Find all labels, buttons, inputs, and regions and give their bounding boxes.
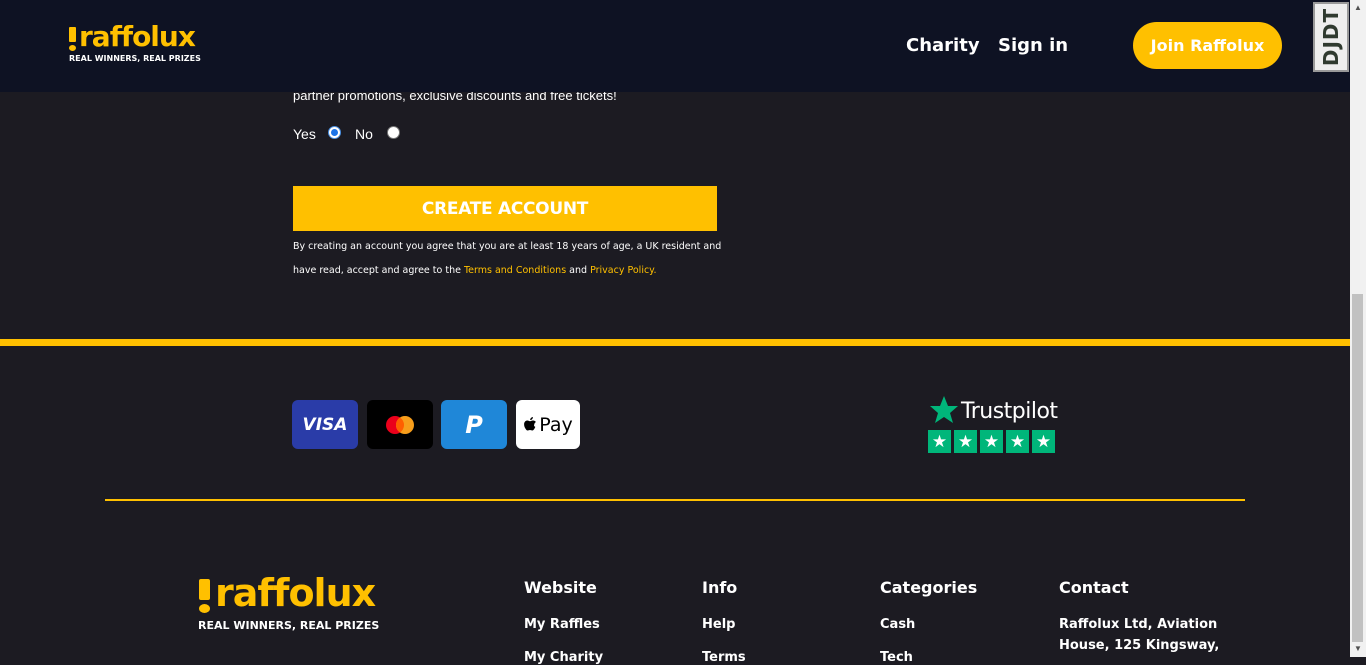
terms-notice: By creating an account you agree that yo… <box>293 235 733 283</box>
footer-link-cash[interactable]: Cash <box>880 617 915 632</box>
trustpilot-wordmark[interactable]: Trustpilot <box>961 399 1058 424</box>
footer-heading-categories: Categories <box>880 578 978 597</box>
terms-link[interactable]: Terms and Conditions <box>464 265 566 276</box>
radio-no-label: No <box>355 126 373 142</box>
terms-and: and <box>566 265 591 276</box>
footer-logo-exclaim-icon <box>197 579 211 613</box>
debug-toolbar-handle[interactable]: DJDT <box>1313 2 1349 72</box>
privacy-link[interactable]: Privacy Policy. <box>590 265 656 276</box>
trustpilot-star-icon: ★ <box>928 430 951 453</box>
logo-wordmark: raffolux <box>79 20 196 53</box>
footer-divider <box>105 499 1245 501</box>
trustpilot-star-icon: ★ <box>980 430 1003 453</box>
radio-no[interactable] <box>387 126 400 139</box>
scroll-up-arrow-icon[interactable]: ▲ <box>1350 0 1366 16</box>
footer-logo-wordmark: raffolux <box>215 571 376 615</box>
footer-heading-info: Info <box>702 578 738 597</box>
section-divider-bar <box>0 339 1350 346</box>
visa-label: VISA <box>302 414 348 435</box>
paypal-label: P <box>465 410 483 439</box>
radio-yes[interactable] <box>328 126 341 139</box>
apple-pay-label: Pay <box>539 413 573 436</box>
footer-link-terms[interactable]: Terms <box>702 650 746 665</box>
footer-contact-line: House, 125 Kingsway, <box>1059 638 1220 653</box>
mastercard-circles-icon <box>386 415 414 434</box>
debug-toolbar-label: DJDT <box>1319 7 1344 67</box>
trustpilot-star-icon: ★ <box>1032 430 1055 453</box>
site-header: raffolux REAL WINNERS, REAL PRIZES Chari… <box>0 0 1350 92</box>
apple-pay-icon: Pay <box>516 400 580 449</box>
nav-charity-link[interactable]: Charity <box>906 35 980 56</box>
trustpilot-logo-star-icon <box>929 395 959 425</box>
mastercard-icon <box>367 400 433 449</box>
nav-sign-in-link[interactable]: Sign in <box>998 35 1068 56</box>
footer-link-help[interactable]: Help <box>702 617 735 632</box>
footer-logo-tagline: REAL WINNERS, REAL PRIZES <box>198 619 380 632</box>
join-button[interactable]: Join Raffolux <box>1133 22 1282 69</box>
paypal-icon: P <box>441 400 507 449</box>
footer-heading-contact: Contact <box>1059 578 1129 597</box>
footer-link-tech[interactable]: Tech <box>880 650 913 665</box>
visa-card-icon: VISA <box>292 400 358 449</box>
trustpilot-star-icon: ★ <box>954 430 977 453</box>
create-account-button[interactable]: CREATE ACCOUNT <box>293 186 717 231</box>
footer-logo[interactable]: raffolux REAL WINNERS, REAL PRIZES <box>197 571 397 635</box>
footer-contact-line: Raffolux Ltd, Aviation <box>1059 617 1218 632</box>
footer-link-my-charity[interactable]: My Charity <box>524 650 603 665</box>
radio-yes-label: Yes <box>293 126 316 142</box>
footer-link-my-raffles[interactable]: My Raffles <box>524 617 600 632</box>
header-logo[interactable]: raffolux REAL WINNERS, REAL PRIZES <box>68 20 208 68</box>
footer-heading-website: Website <box>524 578 597 597</box>
logo-exclaim-icon <box>68 27 77 52</box>
logo-tagline: REAL WINNERS, REAL PRIZES <box>69 54 201 63</box>
trustpilot-star-icon: ★ <box>1006 430 1029 453</box>
apple-logo-icon <box>524 417 537 431</box>
scroll-down-arrow-icon[interactable]: ▼ <box>1350 641 1366 657</box>
scrollbar-thumb[interactable] <box>1352 294 1363 642</box>
